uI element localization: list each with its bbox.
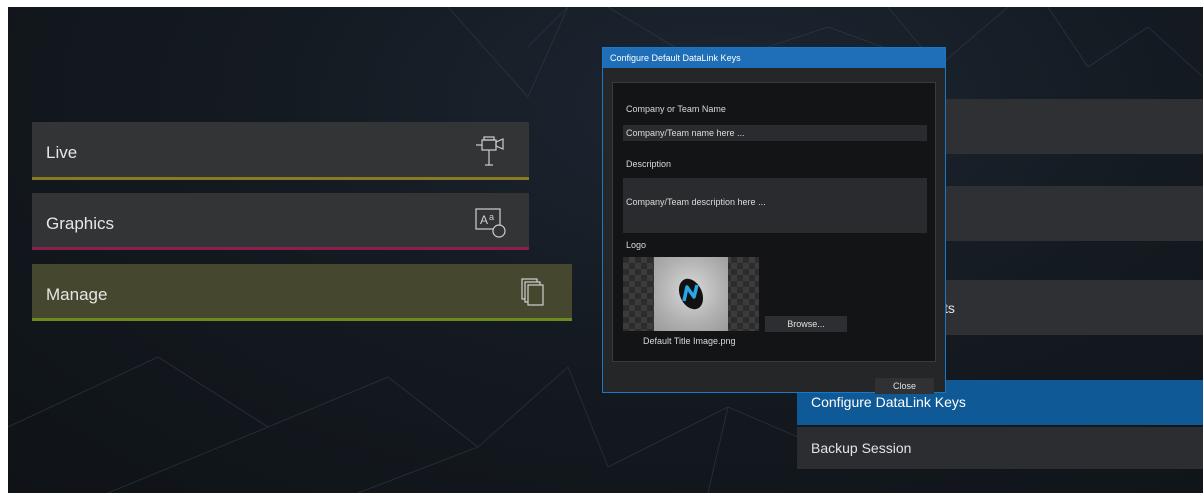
close-button[interactable]: Close: [875, 378, 934, 394]
manage-label: Manage: [46, 285, 108, 304]
logo-label: Logo: [626, 240, 647, 250]
backup-session-item[interactable]: Backup Session: [797, 427, 1203, 469]
graphics-label: Graphics: [46, 214, 115, 233]
svg-text:a: a: [489, 212, 494, 222]
company-name-field[interactable]: Company/Team name here ...: [623, 125, 927, 141]
configure-datalink-dialog: Configure Default DataLink Keys Company …: [602, 47, 946, 394]
camera-icon: [476, 136, 504, 166]
graphics-underline: [32, 247, 529, 250]
configure-datalink-keys-label: Configure DataLink Keys: [811, 394, 966, 410]
documents-icon: [521, 278, 544, 306]
logo-thumbnail[interactable]: [623, 257, 759, 331]
backup-session-label: Backup Session: [811, 440, 912, 456]
graphics-icon: A a: [475, 208, 506, 238]
browse-button[interactable]: Browse...: [765, 316, 847, 332]
newtek-logo-icon: [678, 278, 704, 310]
description-field[interactable]: Company/Team description here ...: [623, 178, 927, 233]
graphics-menu-item[interactable]: Graphics A a: [32, 193, 529, 250]
manage-menu-item[interactable]: Manage: [32, 264, 572, 321]
live-underline: [32, 177, 529, 180]
company-label: Company or Team Name: [626, 104, 726, 114]
dialog-body: Company or Team Name Company/Team name h…: [612, 82, 936, 362]
logo-image: [654, 257, 728, 331]
app-background: Live Graphics A a Manage Configure DataL…: [8, 7, 1203, 493]
description-label: Description: [626, 159, 672, 169]
live-menu-item[interactable]: Live: [32, 122, 529, 180]
svg-text:A: A: [480, 213, 488, 227]
dialog-title: Configure Default DataLink Keys: [603, 48, 945, 68]
manage-underline: [32, 318, 572, 321]
live-label: Live: [46, 143, 78, 162]
logo-filename: Default Title Image.png: [643, 336, 736, 346]
